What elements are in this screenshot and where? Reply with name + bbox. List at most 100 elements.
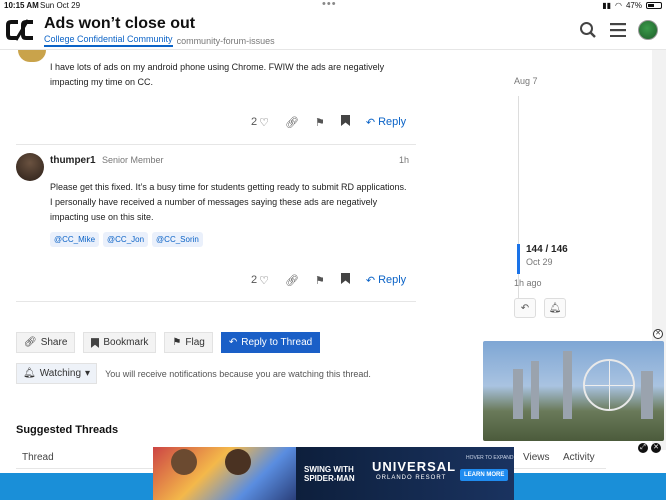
like-button[interactable]: 2 ♡ <box>251 274 269 287</box>
link-icon[interactable]: 🔗︎ <box>285 116 299 129</box>
video-building <box>531 361 539 419</box>
battery-percent: 47% <box>625 1 642 10</box>
topic-category-row: College Confidential Community community… <box>44 34 275 47</box>
bookmark-icon <box>91 337 100 348</box>
wifi-icon: ◠ <box>615 1 622 10</box>
post-divider <box>16 301 416 302</box>
heart-icon: ♡ <box>259 274 269 287</box>
ad-hover-note: HOVER TO EXPAND <box>466 455 514 461</box>
flag-icon[interactable]: ⚑ <box>315 116 325 129</box>
post-divider <box>16 144 416 145</box>
reply-icon: ↶ <box>228 337 238 348</box>
reply-label: Reply <box>378 274 407 286</box>
mention-list: @CC_Mike @CC_Jon @CC_Sorin <box>50 232 203 247</box>
status-time: 10:15 AM <box>4 1 39 10</box>
bookmark-icon[interactable] <box>340 115 350 129</box>
header-icons <box>578 20 658 40</box>
bookmark-icon[interactable] <box>340 273 350 287</box>
multitask-dots-icon[interactable]: ••• <box>322 0 337 10</box>
post-time[interactable]: 1h <box>399 155 409 165</box>
video-building <box>641 371 653 419</box>
notification-note: You will receive notifications because y… <box>105 368 371 379</box>
video-ferris-wheel <box>583 359 635 411</box>
flag-icon: ⚑ <box>172 337 182 348</box>
ad-banner[interactable]: SWING WITH SPIDER-MAN UNIVERSAL ORLANDO … <box>296 447 514 500</box>
timeline-reply-icon[interactable]: ↶ <box>514 298 536 318</box>
ad-headline: SWING WITH SPIDER-MAN <box>304 465 355 483</box>
reply-to-thread-label: Reply to Thread <box>241 337 313 348</box>
ad-controls: ⤢ ✕ <box>638 443 661 453</box>
bell-icon: 🔔︎ <box>23 368 36 379</box>
ios-status-bar: 10:15 AM Sun Oct 29 ••• ▮▮ ◠ 47% <box>0 0 666 12</box>
reply-icon: ↶ <box>365 116 376 129</box>
avatar[interactable] <box>16 153 44 181</box>
share-button[interactable]: 🔗︎ Share <box>16 332 76 353</box>
topic-title[interactable]: Ads won’t close out <box>44 15 195 33</box>
timeline-last-activity[interactable]: 1h ago <box>514 278 542 288</box>
reply-label: Reply <box>378 116 407 128</box>
site-logo[interactable] <box>6 18 36 42</box>
caret-down-icon: ▾ <box>85 368 91 379</box>
ad-subbrand: ORLANDO RESORT <box>376 475 447 481</box>
video-building <box>563 351 572 419</box>
notification-level-dropdown[interactable]: 🔔︎ Watching ▾ <box>16 363 98 384</box>
post-actions: 2 ♡ 🔗︎ ⚑ ↶ Reply <box>251 115 406 129</box>
column-header-activity[interactable]: Activity <box>563 452 595 463</box>
topic-tag[interactable]: community-forum-issues <box>177 36 275 46</box>
search-icon[interactable] <box>578 20 598 40</box>
reply-icon: ↶ <box>365 274 376 287</box>
timeline-start-date[interactable]: Aug 7 <box>514 76 538 86</box>
post-body: I have lots of ads on my android phone u… <box>50 62 385 87</box>
column-header-views[interactable]: Views <box>523 452 550 463</box>
reply-to-thread-button[interactable]: ↶ Reply to Thread <box>220 332 321 353</box>
heart-icon: ♡ <box>259 116 269 129</box>
category-badge[interactable]: College Confidential Community <box>44 34 173 47</box>
mention-link[interactable]: @CC_Mike <box>50 232 100 247</box>
video-building <box>513 369 523 419</box>
timeline-scroll-handle[interactable] <box>517 244 520 274</box>
timeline-track[interactable] <box>518 96 519 306</box>
share-label: Share <box>40 337 68 348</box>
timeline-position: 144 / 146 <box>526 244 568 255</box>
site-header: Ads won’t close out College Confidential… <box>0 12 666 50</box>
mention-link[interactable]: @CC_Sorin <box>152 232 203 247</box>
mention-link[interactable]: @CC_Jon <box>103 232 149 247</box>
ad-close-icon[interactable]: ✕ <box>651 443 661 453</box>
status-right: ▮▮ ◠ 47% <box>602 1 662 10</box>
battery-icon <box>646 2 662 9</box>
user-avatar-icon[interactable] <box>638 20 658 40</box>
bookmark-label: Bookmark <box>103 337 149 348</box>
like-button[interactable]: 2 ♡ <box>251 116 269 129</box>
suggested-threads-heading: Suggested Threads <box>16 424 119 436</box>
link-icon: 🔗︎ <box>24 337 37 348</box>
user-title: Senior Member <box>102 155 164 165</box>
hamburger-menu-icon[interactable] <box>608 20 628 40</box>
ad-info-icon[interactable]: ⤢ <box>638 443 648 453</box>
bookmark-button[interactable]: Bookmark <box>83 332 157 353</box>
ad-learn-more-button[interactable]: LEARN MORE <box>460 469 509 481</box>
reply-button[interactable]: ↶ Reply <box>366 116 406 129</box>
column-header-thread[interactable]: Thread <box>22 452 54 463</box>
reply-button[interactable]: ↶ Reply <box>366 274 406 287</box>
flag-button[interactable]: ⚑ Flag <box>164 332 213 353</box>
topic-timeline: Aug 7 144 / 146 Oct 29 1h ago ↶ 🔔︎ <box>514 70 614 320</box>
previous-post-avatar[interactable] <box>18 50 46 62</box>
notification-row: 🔔︎ Watching ▾ You will receive notificat… <box>16 363 371 384</box>
flag-icon[interactable]: ⚑ <box>315 274 325 287</box>
like-count: 2 <box>251 274 258 286</box>
link-icon[interactable]: 🔗︎ <box>285 274 299 287</box>
status-date: Sun Oct 29 <box>40 1 81 10</box>
ad-brand: UNIVERSAL <box>372 459 457 474</box>
timeline-buttons: ↶ 🔔︎ <box>514 298 566 318</box>
notification-bell-icon[interactable]: 🔔︎ <box>544 298 566 318</box>
like-count: 2 <box>251 116 258 128</box>
flag-label: Flag <box>185 337 205 348</box>
video-close-icon[interactable]: ✕ <box>653 329 663 339</box>
topic-footer-buttons: 🔗︎ Share Bookmark ⚑ Flag ↶ Reply to Thre… <box>16 332 321 353</box>
signal-icon: ▮▮ <box>602 1 611 10</box>
video-ad-player[interactable] <box>483 341 664 441</box>
username[interactable]: thumper1 <box>50 155 96 166</box>
timeline-position-date: Oct 29 <box>526 257 553 267</box>
ad-image[interactable] <box>153 447 296 500</box>
post-body: Please get this fixed. It’s a busy time … <box>50 182 407 222</box>
